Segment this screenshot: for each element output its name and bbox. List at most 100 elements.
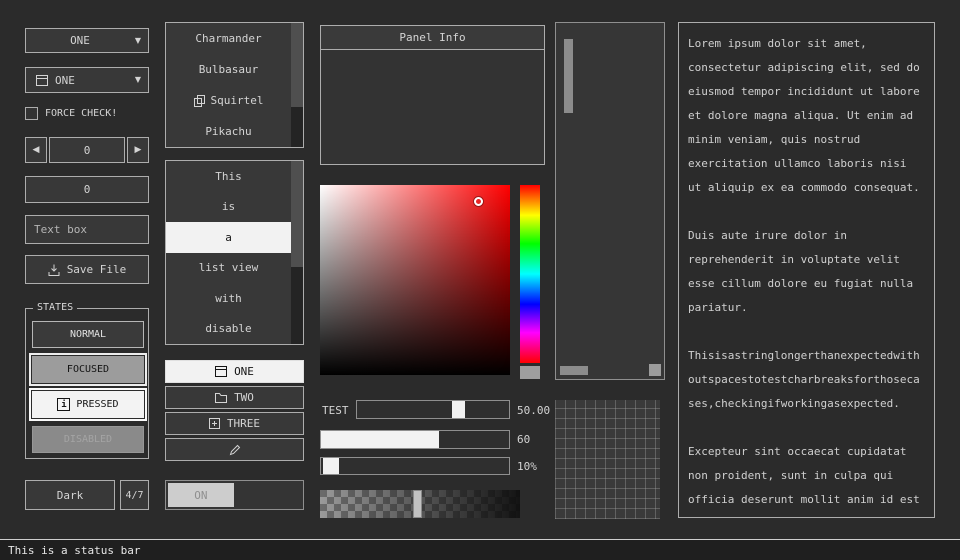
progress-slider-fill [321,431,439,448]
scroll-panel [555,22,665,380]
scrollbar[interactable] [291,23,303,147]
horizontal-scrollbar-thumb[interactable] [560,366,588,375]
chevron-down-icon: ▼ [135,76,141,84]
window-icon [36,75,48,86]
list-item[interactable]: is [166,192,291,223]
pager-button-label: 4/7 [125,490,143,501]
alpha-slider[interactable] [320,490,520,518]
copy-icon [194,95,205,107]
checkbox-label: FORCE CHECK! [45,108,117,119]
progress-slider[interactable] [320,430,510,449]
three-button[interactable]: THREE [165,412,304,435]
grid-canvas[interactable] [555,400,660,519]
test-slider[interactable] [356,400,510,419]
one-button[interactable]: ONE [165,360,304,383]
list-item[interactable]: disable [166,314,291,345]
percent-slider-handle[interactable] [323,458,339,474]
list-item[interactable]: Bulbasaur [166,54,291,85]
force-check-checkbox[interactable]: FORCE CHECK! [25,107,117,120]
list-item[interactable]: Squirtel [166,85,291,116]
alpha-slider-handle[interactable] [413,490,422,518]
spinner-value: 0 [84,144,91,157]
list-item-label: Bulbasaur [199,63,259,76]
one-button-label: ONE [234,365,254,378]
dropdown-one-value: ONE [70,34,90,47]
pencil-icon [229,444,241,456]
spinner-increment-button[interactable]: ▶ [127,137,149,163]
plus-square-icon [209,418,220,429]
widget-demo-app: ONE ▼ ONE ▼ FORCE CHECK! ◀ 0 ▶ 0 Text bo… [0,0,960,560]
states-group: STATES NORMAL FOCUSED i PRESSED DISABLED [25,308,149,459]
list-item-label: This [215,170,242,183]
on-off-toggle[interactable]: ON [165,480,304,510]
states-group-title: STATES [33,302,77,313]
percent-slider[interactable] [320,457,510,475]
folder-icon [215,393,227,403]
chevron-down-icon: ▼ [135,37,141,45]
list-item-label: a [225,231,232,244]
list-item-label: disable [205,322,251,335]
list-item-selected[interactable]: a [166,222,291,253]
two-button-label: TWO [234,391,254,404]
dropdown-two-value: ONE [55,74,75,87]
percent-slider-value: 10% [517,460,537,473]
paragraph: Duis aute irure dolor in reprehenderit i… [688,224,925,320]
right-arrow-icon: ▶ [135,146,142,155]
pressed-button[interactable]: i PRESSED [32,391,144,418]
dropdown-two[interactable]: ONE ▼ [25,67,149,93]
test-slider-value: 50.00 [517,404,550,417]
spinner-decrement-button[interactable]: ◀ [25,137,47,163]
list-item[interactable]: This [166,161,291,192]
text-input[interactable]: Text box [25,215,149,244]
status-bar: This is a status bar [0,539,960,560]
resize-corner[interactable] [649,364,661,376]
list-item-label: is [222,200,235,213]
save-file-button[interactable]: Save File [25,255,149,284]
hue-handle[interactable] [520,366,540,379]
list-item-label: with [215,292,242,305]
normal-button[interactable]: NORMAL [32,321,144,348]
list-item[interactable]: Pikachu [166,116,291,147]
text-input-placeholder: Text box [34,223,87,236]
pager-button[interactable]: 4/7 [120,480,149,510]
list-item[interactable]: with [166,283,291,314]
save-button-label: Save File [67,263,127,276]
normal-button-label: NORMAL [70,329,106,340]
test-slider-label: TEST [322,404,349,417]
color-cursor-icon[interactable] [474,197,483,206]
list-item[interactable]: Charmander [166,23,291,54]
two-button[interactable]: TWO [165,386,304,409]
list-item[interactable]: list view [166,253,291,284]
edit-button[interactable] [165,438,304,461]
scrollbar[interactable] [291,161,303,344]
paragraph: Excepteur sint occaecat cupidatat non pr… [688,440,925,518]
theme-button-label: Dark [57,489,84,502]
list-item-label: list view [199,261,259,274]
color-saturation-square[interactable] [320,185,510,375]
paragraph: Thisisastringlongerthanexpectedwithoutsp… [688,344,925,416]
focused-button-label: FOCUSED [67,364,109,375]
dropdown-one[interactable]: ONE ▼ [25,28,149,53]
spinner-value-field[interactable]: 0 [49,137,125,163]
test-slider-handle[interactable] [452,401,465,418]
vertical-scrollbar-thumb[interactable] [564,39,573,113]
left-arrow-icon: ◀ [33,146,40,155]
theme-button[interactable]: Dark [25,480,115,510]
word-listview: This is a list view with disable [165,160,304,345]
three-button-label: THREE [227,417,260,430]
list-item-label: Charmander [195,32,261,45]
focused-button[interactable]: FOCUSED [32,356,144,383]
toggle-knob[interactable]: ON [168,483,234,507]
text-panel: Lorem ipsum dolor sit amet, consectetur … [678,22,935,518]
progress-slider-value: 60 [517,433,530,446]
window-icon [215,366,227,377]
pressed-button-label: PRESSED [76,399,118,410]
status-bar-text: This is a status bar [8,544,140,557]
disabled-button: DISABLED [32,426,144,453]
hue-bar[interactable] [520,185,540,363]
checkbox-box-icon [25,107,38,120]
scrollbar-thumb[interactable] [291,107,303,147]
info-panel-titlebar[interactable]: Panel Info [321,26,544,50]
scrollbar-thumb[interactable] [291,267,303,344]
number-field[interactable]: 0 [25,176,149,203]
